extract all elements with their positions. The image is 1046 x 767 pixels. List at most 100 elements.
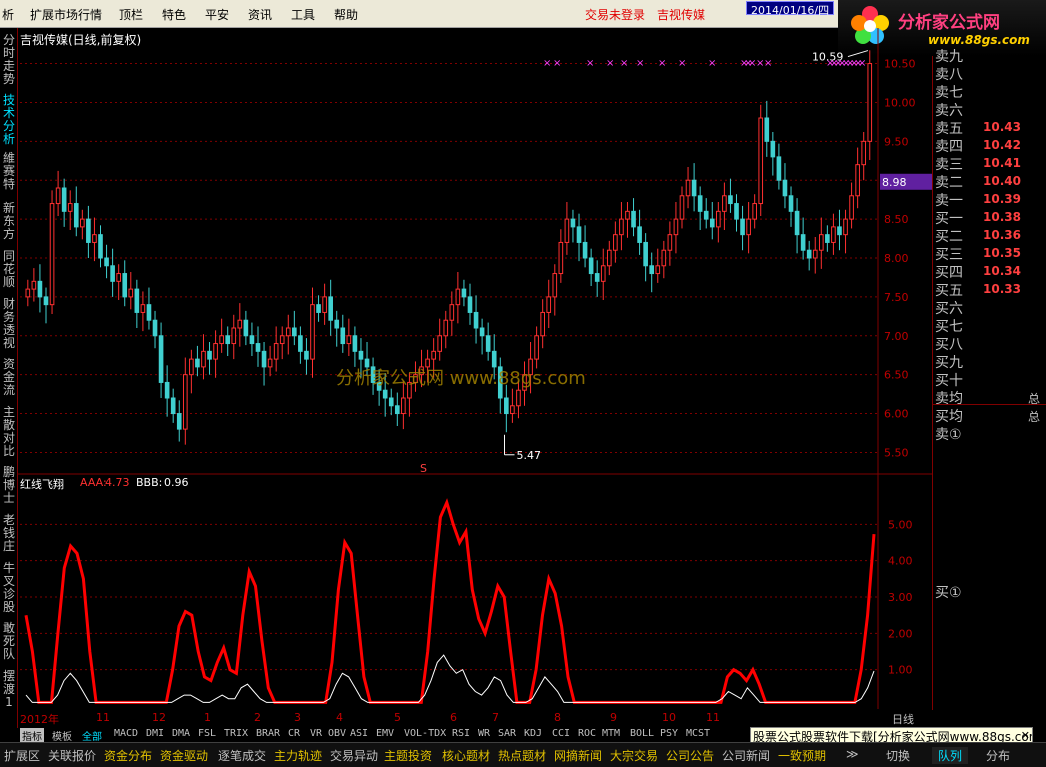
tab-major-retail[interactable]: 主散对比 (1, 406, 17, 458)
candle-body (558, 241, 564, 275)
price-tick-label: 6.00 (884, 408, 909, 421)
bottom-item[interactable]: 扩展区 (4, 747, 40, 764)
date-tick-label: 8 (554, 711, 561, 724)
candle-body (37, 280, 43, 298)
buy-level-price: 10.38 (983, 210, 1021, 224)
signal-cross: × (858, 58, 866, 69)
bottom-item[interactable]: 资金驱动 (160, 747, 208, 764)
tab-technical[interactable]: 技术分析 (1, 94, 17, 146)
indicator-tab-roc[interactable]: ROC (578, 728, 596, 739)
indicator-tab-all[interactable]: 全部 (82, 728, 102, 743)
candle-body (431, 350, 436, 360)
indicator-tab-mtm[interactable]: MTM (602, 728, 620, 739)
bottom-item[interactable]: 主力轨迹 (274, 747, 322, 764)
candle-body (467, 296, 473, 313)
indicator-tab-brar[interactable]: BRAR (256, 728, 280, 739)
indicator-tab-cr[interactable]: CR (288, 728, 300, 739)
bottom-item[interactable]: 核心题材 (442, 747, 490, 764)
sell-level-label: 卖二 (935, 175, 963, 191)
indicator-tab-boll[interactable]: BOLL (630, 728, 654, 739)
indicator-tab-mcst[interactable]: MCST (686, 728, 710, 739)
menu-extended-market[interactable]: 扩展市场行情 (30, 6, 102, 23)
indicator-tab-psy[interactable]: PSY (660, 728, 678, 739)
candle-body (292, 327, 297, 337)
candle-body (812, 249, 818, 259)
bottom-item[interactable]: 逐笔成交 (218, 747, 266, 764)
indicator-tab-voltdx[interactable]: VOL-TDX (404, 728, 446, 739)
bottom-item[interactable]: 网摘新闻 (554, 747, 602, 764)
tab-capital-flow[interactable]: 资金流 (1, 358, 17, 397)
tab-gansidui[interactable]: 敢死队 (1, 622, 17, 661)
tab-pengboshi[interactable]: 鹏博士 (1, 466, 17, 505)
tab-intraday[interactable]: 分时走势 (1, 34, 17, 86)
indicator-tab-obv[interactable]: OBV (328, 728, 346, 739)
bottom-tab[interactable]: 切换 (880, 747, 916, 764)
bottom-item[interactable]: 主题投资 (384, 747, 432, 764)
menu-features[interactable]: 特色 (162, 6, 186, 23)
tab-laoqianzhuang[interactable]: 老钱庄 (1, 514, 17, 553)
tab-tonghuashun[interactable]: 同花顺 (1, 250, 17, 289)
bottom-item[interactable]: 公司公告 (666, 747, 714, 764)
tab-xindongfang[interactable]: 新东方 (1, 202, 17, 241)
menu-topbar[interactable]: 顶栏 (119, 6, 143, 23)
signal-cross: × (620, 58, 628, 69)
candle-body (849, 195, 854, 220)
candle-body (249, 335, 255, 345)
indicator-tab-emv[interactable]: EMV (376, 728, 394, 739)
candle-body (770, 140, 776, 158)
watermark: 分析家公式网 www.88gs.com (336, 368, 586, 389)
indicator-tab-dmi[interactable]: DMI (146, 728, 164, 739)
candle-body (225, 335, 231, 345)
candle-body (594, 273, 600, 282)
indicator-aaa-value: 4.73 (105, 476, 130, 489)
indicator-tab-trix[interactable]: TRIX (224, 728, 248, 739)
indicator-tab-dma[interactable]: DMA (172, 728, 190, 739)
indicator-tab-asi[interactable]: ASI (350, 728, 368, 739)
menu-tools[interactable]: 工具 (291, 6, 315, 23)
menu-analysis[interactable]: 析 (2, 6, 14, 23)
indicator-tab-wr[interactable]: WR (478, 728, 490, 739)
indicator-tab-vr[interactable]: VR (310, 728, 322, 739)
bottom-item[interactable]: 热点题材 (498, 747, 546, 764)
bottom-item[interactable]: 公司新闻 (722, 747, 770, 764)
kline-chart[interactable]: 10.5010.009.509.008.508.007.507.006.506.… (18, 28, 932, 709)
indicator-tab-rsi[interactable]: RSI (452, 728, 470, 739)
buy-level-label: 买三 (935, 247, 963, 263)
candle-body (685, 179, 691, 197)
indicator-tab-macd[interactable]: MACD (114, 728, 138, 739)
indicator-tab-indicator[interactable]: 指标 (20, 728, 44, 743)
bottom-item[interactable]: 一致预期 (778, 747, 826, 764)
close-icon[interactable]: ✕ (1021, 729, 1030, 742)
bottom-item[interactable]: 交易异动 (330, 747, 378, 764)
buy-level-label: 买一 (935, 211, 963, 227)
indicator-tab-sar[interactable]: SAR (498, 728, 516, 739)
tab-weisaite[interactable]: 維赛特 (1, 152, 17, 191)
candle-body (67, 203, 73, 212)
candle-body (631, 210, 636, 228)
sell-level-label: 卖一 (935, 193, 963, 209)
sell-level-price: 10.41 (983, 156, 1021, 170)
bottom-item[interactable]: 大宗交易 (610, 747, 658, 764)
tab-baidu[interactable]: 摆渡1 (1, 670, 17, 709)
sell-level-label: 卖五 (935, 121, 963, 137)
tab-stock-diagnosis[interactable]: 牛叉诊股 (1, 562, 17, 614)
bottom-item[interactable]: 资金分布 (104, 747, 152, 764)
indicator-tab-fsl[interactable]: FSL (198, 728, 216, 739)
period-label[interactable]: 日线 (892, 711, 914, 727)
bottom-tab[interactable]: 队列 (932, 747, 969, 764)
menu-news[interactable]: 资讯 (248, 6, 272, 23)
sell-level-price: 10.42 (983, 138, 1021, 152)
signal-cross: × (678, 58, 686, 69)
menu-help[interactable]: 帮助 (334, 6, 358, 23)
tab-financial[interactable]: 财务透视 (1, 298, 17, 350)
sell-level-label: 卖四 (935, 139, 963, 155)
bottom-tab[interactable]: 分布 (980, 747, 1016, 764)
candle-body (740, 218, 745, 236)
bottom-item[interactable]: 关联报价 (48, 747, 96, 764)
bottom-item[interactable]: ≫ (846, 747, 859, 761)
indicator-tab-template[interactable]: 模板 (52, 728, 72, 743)
indicator-tab-kdj[interactable]: KDJ (524, 728, 542, 739)
price-tick-label: 6.50 (884, 369, 909, 382)
menu-pingan[interactable]: 平安 (205, 6, 229, 23)
indicator-tab-cci[interactable]: CCI (552, 728, 570, 739)
